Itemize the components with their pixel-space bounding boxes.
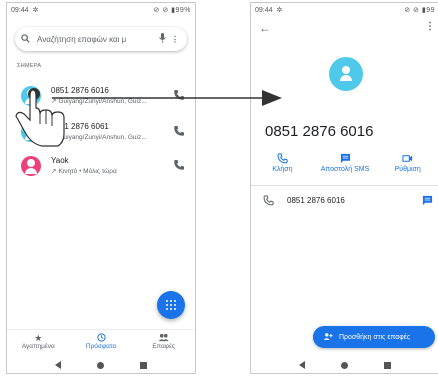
more-options-icon[interactable]: ⋮ (169, 35, 181, 44)
status-bar: 09:44 ✲ ⊘ ⊘ ▮99% (7, 3, 195, 17)
status-bar: 09:44 ✲ ⊘ ⊘ ▮99 (251, 3, 438, 17)
outgoing-call-icon: ↗ (51, 134, 57, 141)
call-detail-text: Κινητό • Μόλις τώρα (58, 168, 117, 175)
clock-icon (70, 333, 133, 343)
system-navigation-bar (7, 357, 195, 373)
section-label-today: ΣΗΜΕΡΑ (17, 63, 42, 69)
outgoing-call-icon: ↗ (51, 168, 57, 175)
back-arrow-icon[interactable]: ← (259, 21, 271, 35)
contact-avatar (21, 156, 41, 176)
recent-calls-screen: 09:44 ✲ ⊘ ⊘ ▮99% Αναζήτηση επαφών και μ … (6, 2, 196, 374)
call-number: 0851 2876 6061 (51, 122, 109, 131)
action-sms[interactable]: Αποστολή SMS (314, 153, 377, 173)
system-back-icon[interactable] (55, 361, 61, 369)
call-phone-icon[interactable] (173, 159, 185, 171)
call-history-row[interactable]: 0851 2876 6016 (251, 193, 438, 209)
star-icon: ★ (34, 333, 43, 343)
call-detail: ↗ Κινητό • Μόλις τώρα (51, 167, 171, 175)
call-log-row[interactable]: 0851 2876 6016 ↗ Guiyang/Zunyi/Anshun, Gu… (7, 81, 195, 111)
nav-favorites[interactable]: ★ Αγαπημένα (7, 330, 70, 355)
system-home-icon[interactable] (341, 361, 348, 369)
action-sms-label: Αποστολή SMS (320, 166, 370, 173)
add-to-contacts-label: Προσθήκη στις επαφές (339, 333, 411, 341)
call-phone-icon[interactable] (173, 125, 185, 137)
action-video-label: Ρύθμιση (394, 166, 421, 173)
people-icon (132, 333, 195, 343)
call-log-row[interactable]: Yaok ↗ Κινητό • Μόλις τώρα (7, 151, 195, 181)
call-detail-text: Guiyang/Zunyi/Anshun, Guiz... (58, 134, 147, 141)
call-name: Yaok (51, 156, 69, 165)
system-recents-icon[interactable] (140, 361, 147, 369)
system-recents-icon[interactable] (384, 361, 391, 369)
add-person-icon (323, 332, 333, 343)
contact-avatar-large (329, 57, 363, 91)
dialpad-icon (166, 300, 176, 310)
status-indicators: ⊘ ⊘ ▮99 (404, 7, 435, 14)
call-detail: ↗ Guiyang/Zunyi/Anshun, Guiz... (51, 97, 171, 105)
call-detail: ↗ Guiyang/Zunyi/Anshun, Guiz... (51, 133, 171, 141)
status-time: 09:44 (11, 6, 29, 14)
call-phone-icon[interactable] (173, 89, 185, 101)
detail-number: 0851 2876 6016 (287, 196, 345, 205)
call-number: 0851 2876 6016 (51, 86, 109, 95)
nav-recents[interactable]: Πρόσφατα (70, 330, 133, 355)
contact-avatar (21, 86, 41, 106)
action-call[interactable]: Κλήση (251, 153, 314, 173)
nav-contacts[interactable]: Επαφές (132, 330, 195, 355)
bottom-navigation: ★ Αγαπημένα Πρόσφατα Επαφές (7, 329, 195, 355)
video-icon (402, 155, 413, 162)
more-options-icon[interactable]: ⋮ (425, 21, 435, 32)
call-log-row[interactable]: 0851 2876 6061 ↗ Guiyang/Zunyi/Anshun, Gu… (7, 117, 195, 147)
divider (251, 185, 438, 186)
add-to-contacts-button[interactable]: Προσθήκη στις επαφές (313, 326, 435, 348)
nav-favorites-label: Αγαπημένα (21, 343, 55, 350)
message-icon (340, 153, 350, 164)
settings-gear-icon: ✲ (276, 7, 283, 14)
outgoing-call-icon: ↗ (51, 98, 57, 105)
status-time: 09:44 (255, 6, 273, 14)
action-video[interactable]: Ρύθμιση (376, 153, 438, 173)
dialpad-fab[interactable] (157, 291, 185, 319)
phone-icon (277, 153, 288, 164)
contact-number-title: 0851 2876 6016 (265, 123, 374, 140)
nav-contacts-label: Επαφές (152, 343, 176, 350)
action-call-label: Κλήση (272, 166, 293, 173)
search-placeholder: Αναζήτηση επαφών και μ (37, 34, 127, 44)
message-icon[interactable] (422, 195, 433, 206)
nav-recents-label: Πρόσφατα (85, 343, 117, 350)
search-icon (21, 33, 37, 45)
microphone-icon[interactable] (155, 33, 169, 45)
contact-avatar (21, 122, 41, 142)
call-detail-text: Guiyang/Zunyi/Anshun, Guiz... (58, 98, 147, 105)
contact-actions: Κλήση Αποστολή SMS Ρύθμιση (251, 153, 438, 173)
search-bar[interactable]: Αναζήτηση επαφών και μ ⋮ (15, 27, 187, 51)
status-indicators: ⊘ ⊘ ▮99% (153, 7, 191, 14)
phone-icon (263, 195, 274, 206)
call-details-screen: 09:44 ✲ ⊘ ⊘ ▮99 ← ⋮ 0851 2876 6016 Κλήση… (250, 2, 438, 374)
system-navigation-bar (251, 357, 438, 373)
system-home-icon[interactable] (97, 361, 104, 369)
settings-gear-icon: ✲ (32, 7, 39, 14)
system-back-icon[interactable] (299, 361, 305, 369)
